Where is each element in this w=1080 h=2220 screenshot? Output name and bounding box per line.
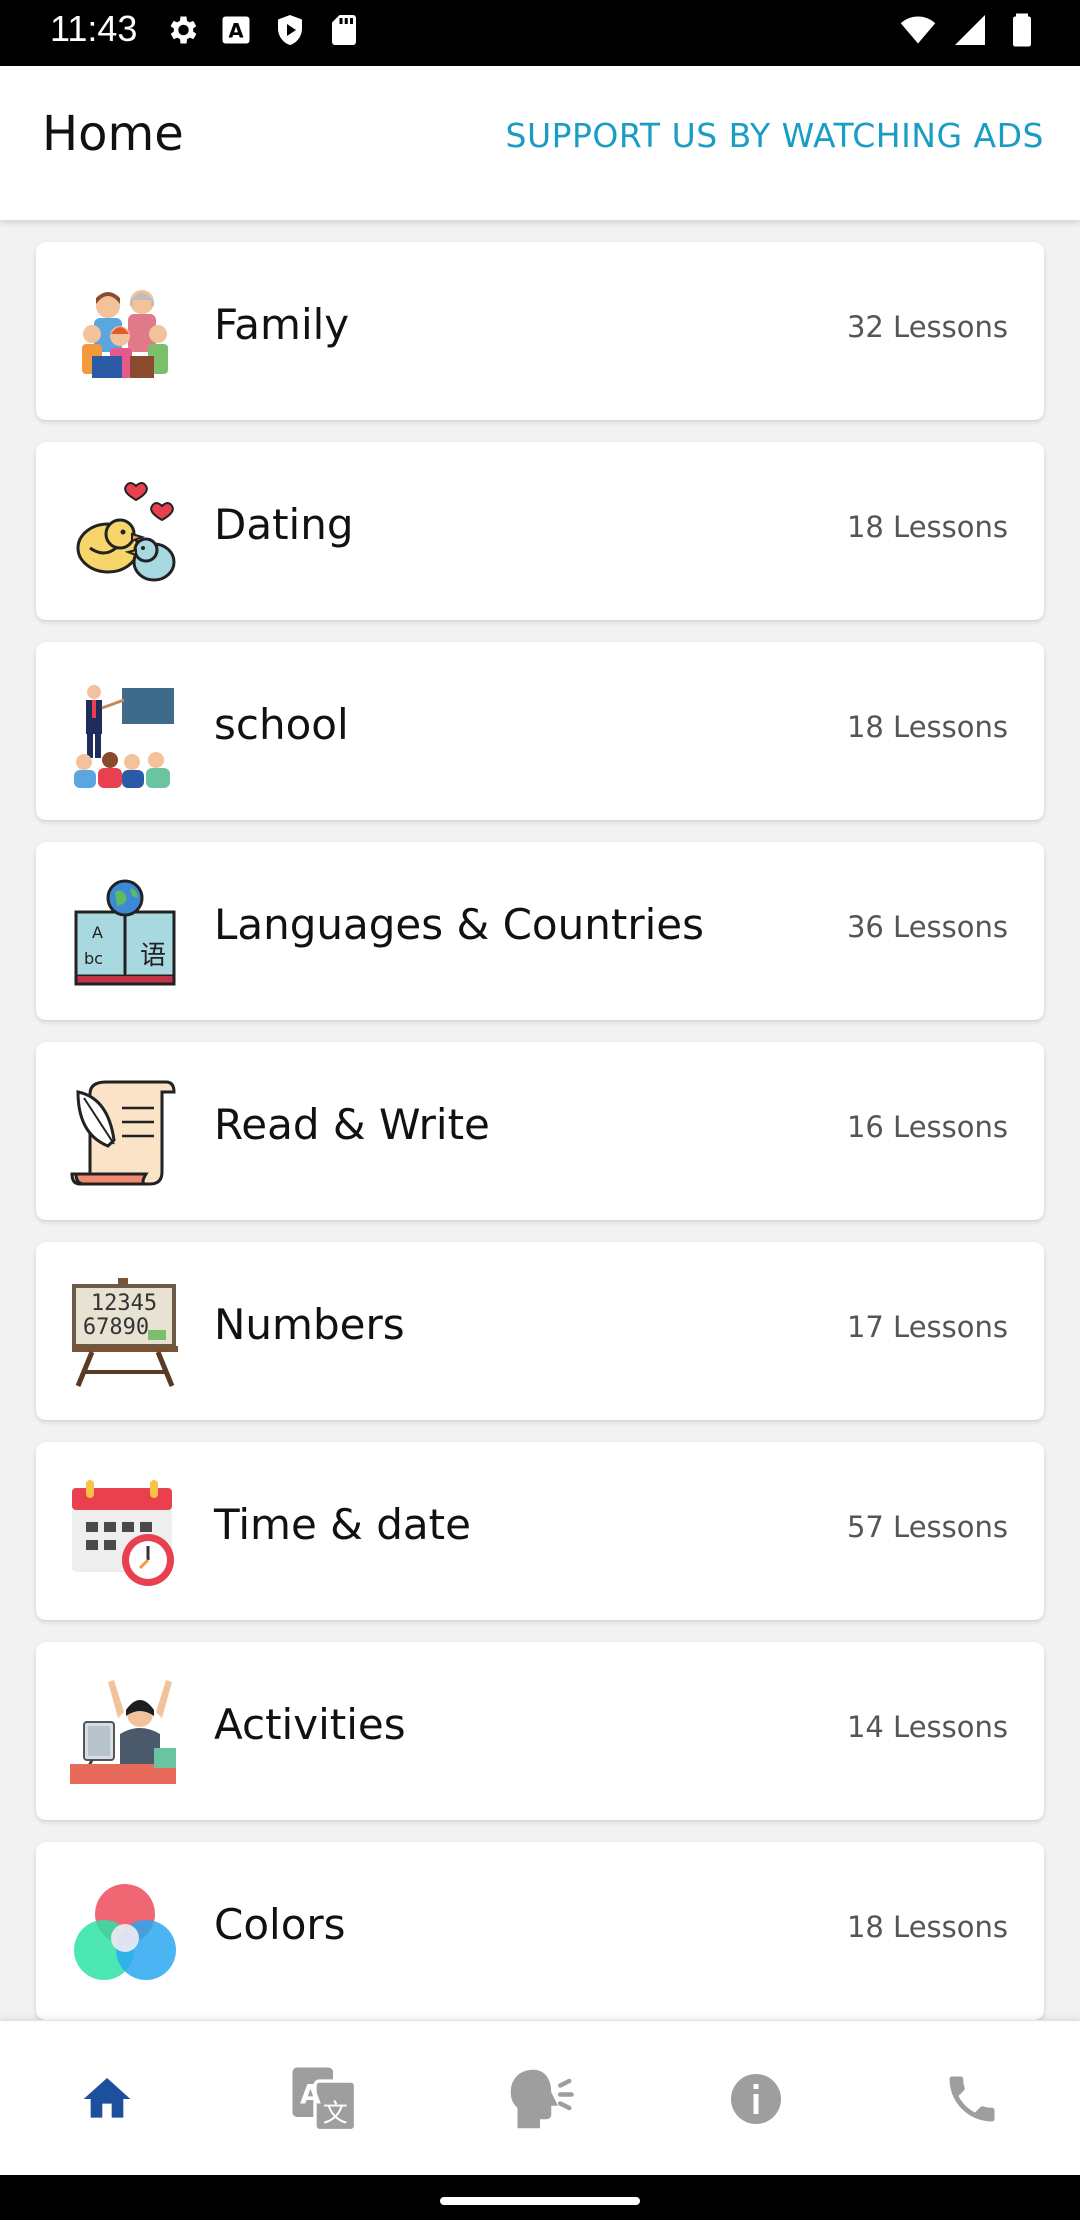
nav-speak-button[interactable] (500, 2059, 580, 2139)
family-icon (82, 290, 168, 378)
svg-text:文: 文 (323, 2099, 348, 2128)
lesson-count: 18 Lessons (846, 710, 1008, 744)
category-card-time-date[interactable]: Time & date 57 Lessons (36, 1442, 1044, 1620)
category-title: Activities (214, 1700, 406, 1749)
gear-icon (170, 16, 197, 44)
color-circles-icon (74, 1884, 176, 1980)
translate-icon: A 文 (292, 2067, 358, 2133)
nav-home-button[interactable] (67, 2059, 147, 2139)
status-bar: 11:43 A (0, 0, 1080, 66)
nav-info-button[interactable] (716, 2059, 796, 2139)
number-board-icon: 12345 67890 (72, 1278, 178, 1387)
love-birds-icon (76, 482, 176, 582)
shield-icon (278, 15, 302, 45)
info-icon (731, 2074, 781, 2124)
category-title: school (214, 700, 349, 749)
lesson-count: 14 Lessons (846, 1710, 1008, 1744)
lesson-count: 32 Lessons (846, 310, 1008, 344)
category-card-languages-countries[interactable]: A bc 语 Languages & Countries 36 Lessons (36, 842, 1044, 1020)
svg-text:A: A (92, 923, 103, 942)
category-list: Family 32 Lessons Dating 18 Lessons scho… (0, 220, 1080, 2020)
lesson-count: 18 Lessons (846, 1910, 1008, 1944)
svg-text:A: A (228, 20, 243, 43)
category-card-read-write[interactable]: Read & Write 16 Lessons (36, 1042, 1044, 1220)
nav-contact-button[interactable] (932, 2059, 1012, 2139)
status-time: 11:43 (50, 8, 138, 49)
category-title: Dating (214, 500, 354, 549)
category-title: Languages & Countries (214, 900, 704, 949)
globe-book-icon: A bc 语 (74, 879, 176, 986)
lesson-count: 57 Lessons (846, 1510, 1008, 1544)
signal-icon (955, 15, 985, 45)
lesson-count: 18 Lessons (846, 510, 1008, 544)
category-title: Family (214, 300, 350, 349)
home-icon (83, 2078, 131, 2118)
a-notification-icon: A (222, 16, 250, 44)
wifi-icon (900, 16, 936, 44)
nav-translate-button[interactable]: A 文 (284, 2059, 364, 2139)
category-title: Time & date (214, 1500, 471, 1549)
svg-text:语: 语 (140, 941, 166, 971)
category-title: Colors (214, 1900, 346, 1949)
svg-text:bc: bc (84, 949, 103, 968)
category-card-school[interactable]: school 18 Lessons (36, 642, 1044, 820)
person-computer-icon (70, 1680, 176, 1784)
system-navigation-bar (0, 2175, 1080, 2220)
category-card-dating[interactable]: Dating 18 Lessons (36, 442, 1044, 620)
category-card-activities[interactable]: Activities 14 Lessons (36, 1642, 1044, 1820)
category-title: Read & Write (214, 1100, 490, 1149)
phone-icon (949, 2076, 995, 2122)
calendar-clock-icon (72, 1480, 174, 1586)
category-card-numbers[interactable]: 12345 67890 Numbers 17 Lessons (36, 1242, 1044, 1420)
svg-text:A: A (300, 2080, 321, 2111)
battery-icon (1013, 13, 1031, 47)
svg-text:12345: 12345 (91, 1291, 157, 1316)
sd-card-icon (332, 15, 356, 45)
gesture-handle[interactable] (440, 2197, 640, 2205)
classroom-icon (74, 685, 174, 788)
category-title: Numbers (214, 1300, 405, 1349)
svg-text:67890: 67890 (83, 1315, 149, 1340)
bottom-navigation: A 文 (0, 2020, 1080, 2175)
lesson-count: 36 Lessons (846, 910, 1008, 944)
speaking-head-icon (510, 2069, 574, 2129)
support-ads-button[interactable]: SUPPORT US BY WATCHING ADS (506, 116, 1044, 155)
lesson-count: 17 Lessons (846, 1310, 1008, 1344)
lesson-count: 16 Lessons (846, 1110, 1008, 1144)
app-bar: Home SUPPORT US BY WATCHING ADS (0, 66, 1080, 220)
category-card-colors[interactable]: Colors 18 Lessons (36, 1842, 1044, 2020)
page-title: Home (42, 106, 184, 162)
quill-scroll-icon (70, 1080, 176, 1186)
category-card-family[interactable]: Family 32 Lessons (36, 242, 1044, 420)
